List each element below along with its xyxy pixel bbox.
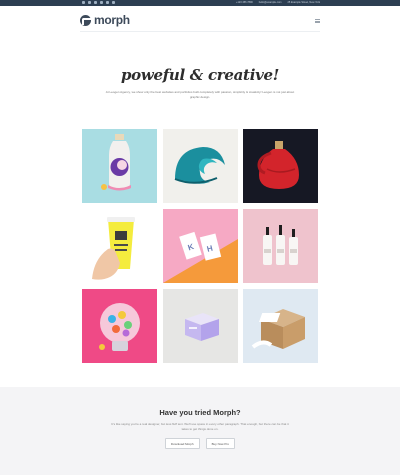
buy-now-button[interactable]: Buy Now Pro: [205, 438, 236, 449]
hamburger-menu-icon[interactable]: [315, 19, 320, 23]
social-icons: [82, 1, 115, 4]
portfolio-item-cosmetic-bottles[interactable]: [243, 209, 318, 283]
business-cards-image: K H: [162, 209, 238, 283]
pinterest-icon[interactable]: [100, 1, 103, 4]
wave-logo-image: [162, 129, 238, 203]
hero-title: poweful & creative!: [120, 66, 280, 84]
twitter-icon[interactable]: [88, 1, 91, 4]
cardboard-box-image: [243, 289, 318, 363]
hero-section: poweful & creative! At Leogen Agency, we…: [0, 66, 400, 99]
youtube-icon[interactable]: [112, 1, 115, 4]
coffee-cup-image: [82, 209, 157, 283]
header-divider: [80, 31, 320, 32]
purple-box-image: [162, 289, 238, 363]
portfolio-item-candy-machine[interactable]: [82, 289, 157, 363]
red-vase-image: [243, 129, 318, 203]
hero-description: At Leogen Agency, we show only the best …: [105, 90, 295, 99]
portfolio-gallery: K H: [82, 129, 318, 363]
candy-machine-image: [82, 289, 157, 363]
download-button[interactable]: Download Morph: [164, 438, 200, 449]
cta-text: It's like saying you're a real designer,…: [111, 422, 289, 431]
facebook-icon[interactable]: [82, 1, 85, 4]
portfolio-item-red-vase[interactable]: [243, 129, 318, 203]
portfolio-item-purple-box[interactable]: [162, 289, 238, 363]
portfolio-item-bottle-illustration[interactable]: [82, 129, 157, 203]
cta-section: Have you tried Morph? It's like saying y…: [0, 387, 400, 475]
cta-buttons: Download Morph Buy Now Pro: [0, 438, 400, 449]
portfolio-item-business-cards[interactable]: K H: [162, 209, 238, 283]
cta-title: Have you tried Morph?: [159, 408, 241, 417]
site-header: morph: [0, 6, 400, 32]
bottle-illustration-image: [82, 129, 157, 203]
portfolio-item-coffee-cup[interactable]: [82, 209, 157, 283]
logo-text: morph: [94, 13, 130, 27]
portfolio-item-wave-logo[interactable]: [162, 129, 238, 203]
logo-mark-icon: [80, 14, 93, 26]
portfolio-item-cardboard-box[interactable]: [243, 289, 318, 363]
cosmetic-bottles-image: [243, 209, 318, 283]
google-plus-icon[interactable]: [94, 1, 97, 4]
logo[interactable]: morph: [80, 13, 130, 27]
instagram-icon[interactable]: [106, 1, 109, 4]
